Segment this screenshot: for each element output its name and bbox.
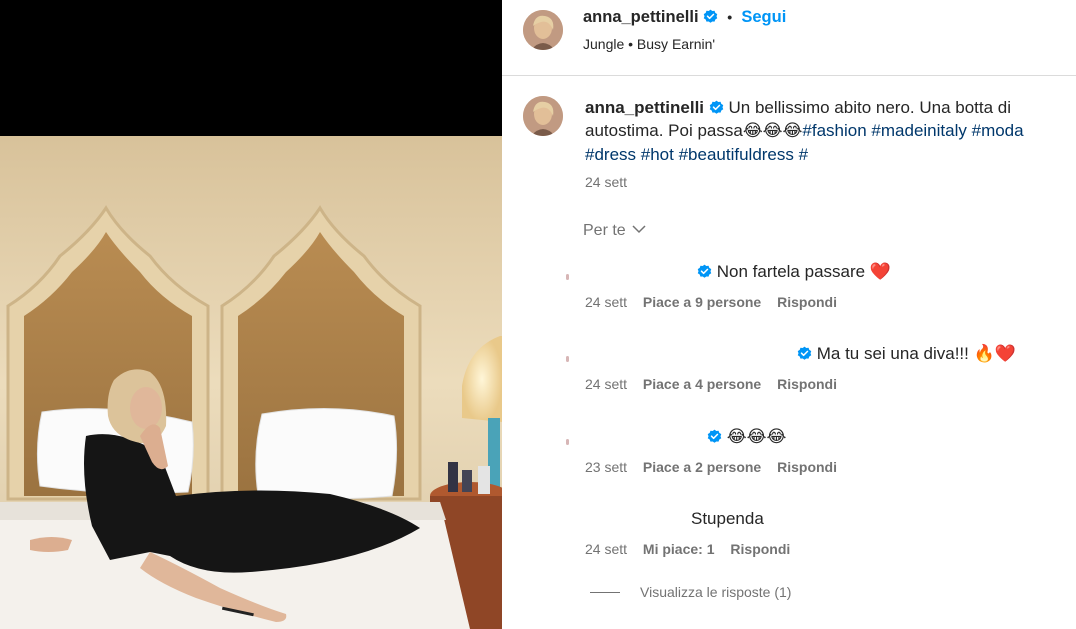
sort-label: Per te — [583, 222, 626, 239]
comment-meta: 23 sett Piace a 2 persone Rispondi — [585, 459, 849, 475]
follow-button[interactable]: Segui — [741, 8, 786, 26]
hashtag-link[interactable]: #fashion — [802, 121, 866, 140]
comment-likes[interactable]: Piace a 2 persone — [643, 459, 761, 475]
comment-sort-dropdown[interactable]: Per te — [583, 221, 646, 240]
comment-avatar[interactable] — [566, 356, 569, 362]
verified-badge-icon — [797, 346, 812, 361]
hashtag-link[interactable]: #madeinitaly — [871, 121, 966, 140]
post-media[interactable] — [0, 0, 502, 629]
comment-text: Ma tu sei una diva!!! — [816, 344, 969, 363]
post-caption: anna_pettinelli Un bellissimo abito nero… — [585, 96, 1065, 166]
caption-avatar[interactable] — [523, 96, 563, 136]
caption-username[interactable]: anna_pettinelli — [585, 98, 704, 117]
reply-button[interactable]: Rispondi — [777, 459, 837, 475]
comment-likes[interactable]: Mi piace: 1 — [643, 541, 715, 557]
comment-date[interactable]: 24 sett — [585, 376, 627, 392]
comment-body: Ma tu sei una diva!!! 🔥❤️ — [797, 344, 1016, 364]
comment-date[interactable]: 23 sett — [585, 459, 627, 475]
comment-text: Stupenda — [691, 509, 764, 528]
comment-date[interactable]: 24 sett — [585, 541, 627, 557]
reply-button[interactable]: Rispondi — [730, 541, 790, 557]
reply-button[interactable]: Rispondi — [777, 376, 837, 392]
caption-emojis: 😂😂😂 — [742, 121, 803, 141]
verified-badge-icon — [703, 9, 718, 24]
comment-meta: 24 sett Mi piace: 1 Rispondi — [585, 541, 802, 557]
hashtag-link[interactable]: #beautifuldress — [679, 145, 794, 164]
heart-emoji: ❤️ — [869, 262, 892, 282]
chevron-down-icon — [632, 221, 646, 234]
post-sidebar: anna_pettinelli • Segui Jungle • Busy Ea… — [502, 0, 1076, 629]
audio-track[interactable]: Jungle • Busy Earnin' — [583, 36, 715, 52]
comment-text: Non fartela passare — [716, 262, 866, 281]
verified-badge-icon — [707, 429, 722, 444]
header-user-row: anna_pettinelli • Segui — [583, 8, 786, 27]
comment-date[interactable]: 24 sett — [585, 294, 627, 310]
comment-meta: 24 sett Piace a 9 persone Rispondi — [585, 294, 849, 310]
comment-avatar[interactable] — [566, 274, 569, 280]
reply-button[interactable]: Rispondi — [777, 294, 837, 310]
hashtag-link[interactable]: #dress — [585, 145, 636, 164]
comment-likes[interactable]: Piace a 9 persone — [643, 294, 761, 310]
header-separator: • — [727, 9, 733, 25]
hashtag-link[interactable]: #moda — [972, 121, 1024, 140]
comment-body: Non fartela passare ❤️ — [697, 262, 891, 282]
comment-avatar[interactable] — [566, 439, 569, 445]
post-photo[interactable] — [0, 136, 502, 629]
view-replies-label: Visualizza le risposte (1) — [640, 584, 792, 600]
verified-badge-icon — [697, 264, 712, 279]
post-image — [0, 136, 502, 629]
laughing-emoji: 😂😂😂 — [726, 427, 787, 447]
comment-body: 😂😂😂 — [707, 427, 786, 447]
comment-meta: 24 sett Piace a 4 persone Rispondi — [585, 376, 849, 392]
header-divider — [502, 75, 1076, 76]
hashtag-link[interactable]: # — [799, 145, 808, 164]
author-avatar[interactable] — [523, 10, 563, 50]
comment-likes[interactable]: Piace a 4 persone — [643, 376, 761, 392]
hashtag-link[interactable]: #hot — [641, 145, 674, 164]
verified-badge-icon — [709, 100, 724, 115]
post-date[interactable]: 24 sett — [585, 174, 627, 190]
header-username[interactable]: anna_pettinelli — [583, 8, 699, 26]
replies-divider-line — [590, 592, 620, 593]
view-replies-button[interactable]: Visualizza le risposte (1) — [590, 584, 791, 600]
fire-heart-emoji: 🔥❤️ — [973, 344, 1016, 364]
